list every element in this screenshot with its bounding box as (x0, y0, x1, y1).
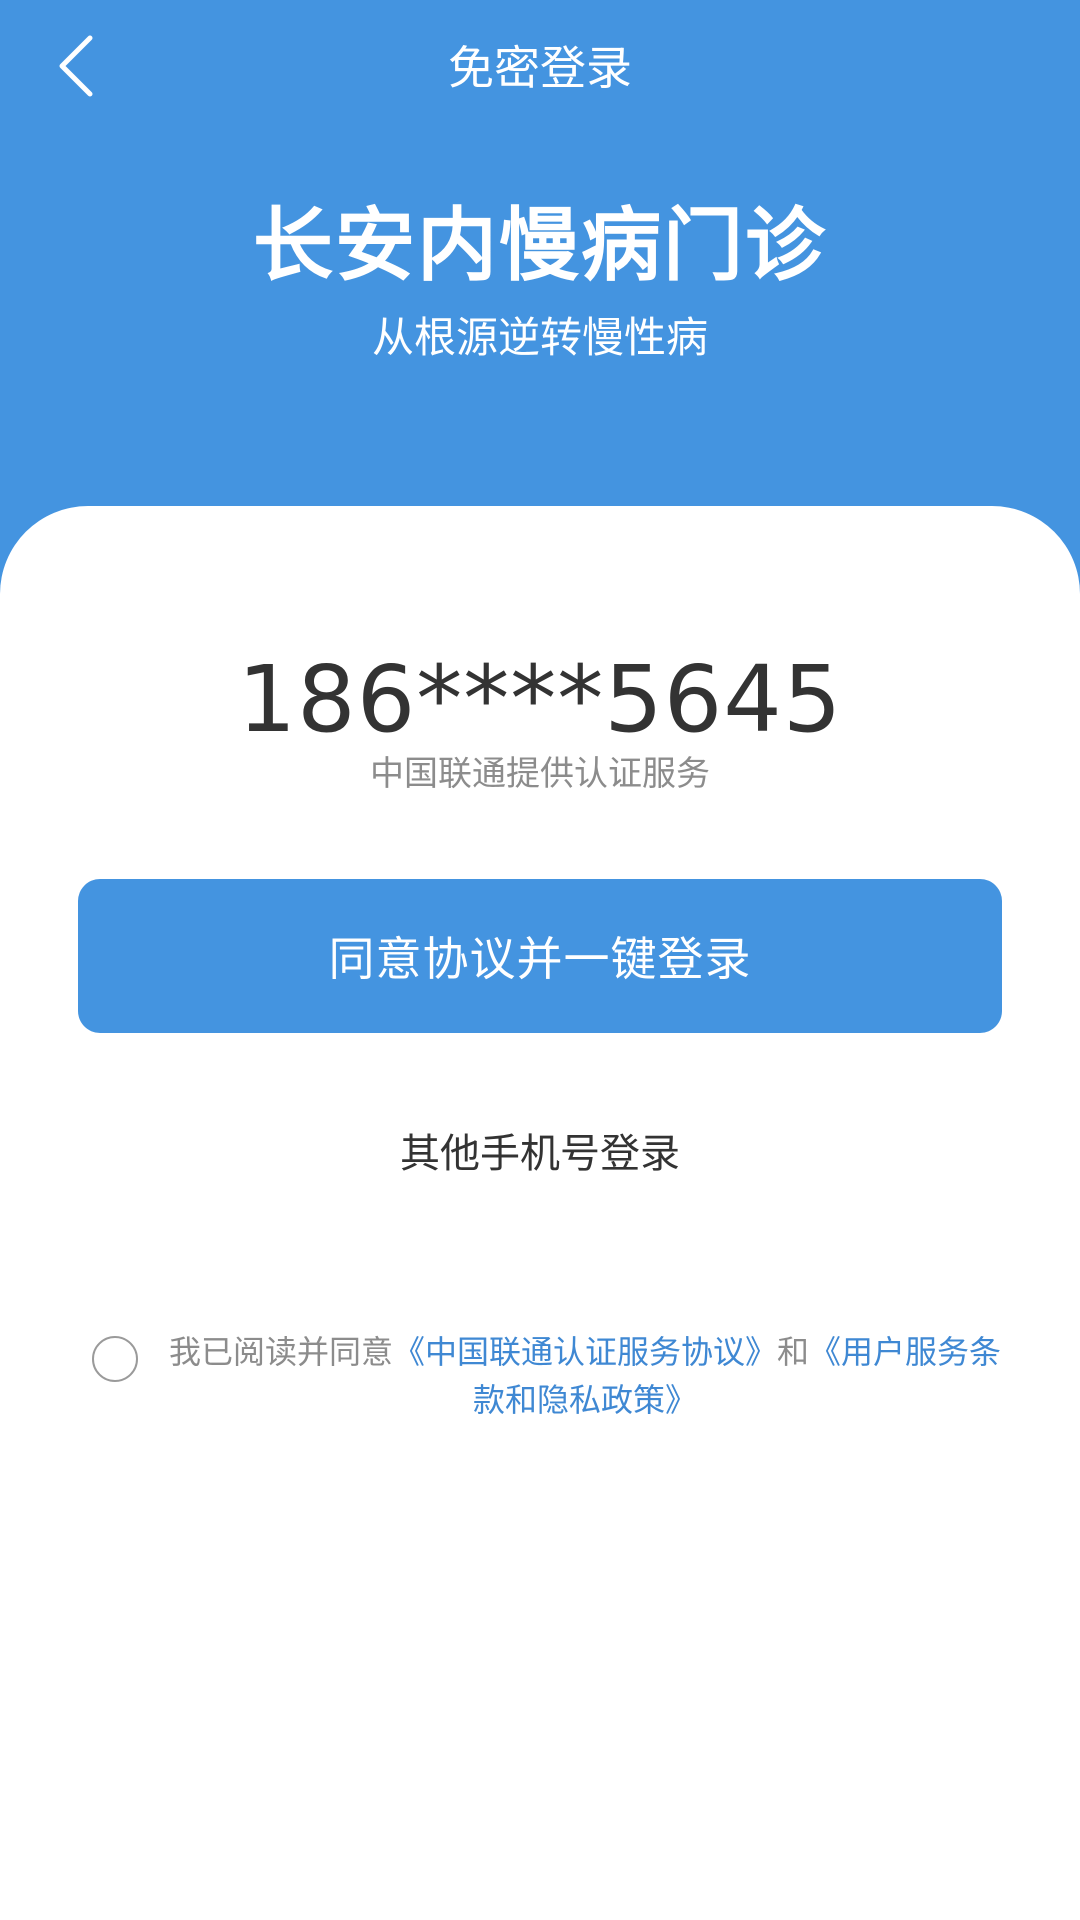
one-click-login-button[interactable]: 同意协议并一键登录 (78, 879, 1002, 1033)
other-phone-login-link[interactable]: 其他手机号登录 (340, 1126, 740, 1182)
unicom-agreement-link[interactable]: 《中国联通认证服务协议》 (393, 1333, 777, 1371)
agreement-prefix: 我已阅读并同意 (168, 1333, 393, 1371)
agreement-text: 我已阅读并同意《中国联通认证服务协议》和《用户服务条款和隐私政策》 (160, 1328, 1010, 1424)
agreement-radio[interactable] (92, 1336, 138, 1382)
nav-title: 免密登录 (448, 41, 632, 95)
provider-text: 中国联通提供认证服务 (370, 754, 710, 794)
masked-phone-number: 186****5645 (237, 646, 843, 753)
app-name: 长安内慢病门诊 (253, 199, 827, 292)
slogan: 从根源逆转慢性病 (371, 313, 708, 362)
agreement-conjunction: 和 (777, 1333, 810, 1371)
